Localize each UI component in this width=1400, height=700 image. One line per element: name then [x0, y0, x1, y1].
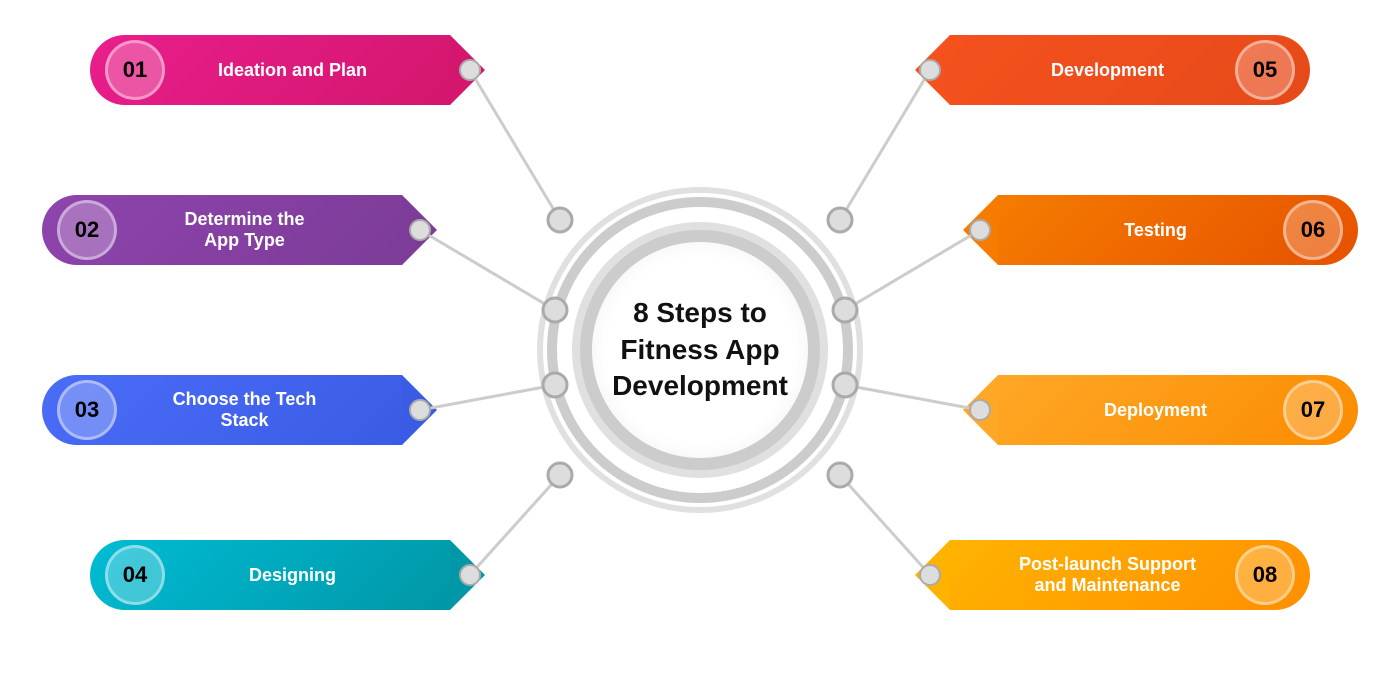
- step-06-label: Testing: [1028, 220, 1283, 241]
- step-05-body: Development 05: [950, 35, 1310, 105]
- step-08-number: 08: [1235, 545, 1295, 605]
- step-02-body: 02 Determine theApp Type: [42, 195, 402, 265]
- step-07-body: Deployment 07: [998, 375, 1358, 445]
- step-02: 02 Determine theApp Type: [42, 195, 402, 265]
- step-01-label: Ideation and Plan: [165, 60, 420, 81]
- step-08: Post-launch Supportand Maintenance 08: [950, 540, 1310, 610]
- step-03-number: 03: [57, 380, 117, 440]
- step-03: 03 Choose the TechStack: [42, 375, 402, 445]
- step-06-body: Testing 06: [998, 195, 1358, 265]
- step-04-label: Designing: [165, 565, 420, 586]
- step-02-number: 02: [57, 200, 117, 260]
- step-07-label: Deployment: [1028, 400, 1283, 421]
- step-06: Testing 06: [998, 195, 1358, 265]
- step-04: 04 Designing: [90, 540, 450, 610]
- diagram-container: 8 Steps to Fitness App Development 01 Id…: [0, 0, 1400, 700]
- step-01-number: 01: [105, 40, 165, 100]
- step-01-body: 01 Ideation and Plan: [90, 35, 450, 105]
- step-03-label: Choose the TechStack: [117, 389, 372, 431]
- step-02-label: Determine theApp Type: [117, 209, 372, 251]
- step-08-label: Post-launch Supportand Maintenance: [980, 554, 1235, 596]
- step-07-number: 07: [1283, 380, 1343, 440]
- step-04-number: 04: [105, 545, 165, 605]
- step-07: Deployment 07: [998, 375, 1358, 445]
- center-circle: 8 Steps to Fitness App Development: [580, 230, 820, 470]
- step-06-number: 06: [1283, 200, 1343, 260]
- step-05: Development 05: [950, 35, 1310, 105]
- step-03-body: 03 Choose the TechStack: [42, 375, 402, 445]
- step-05-number: 05: [1235, 40, 1295, 100]
- step-01: 01 Ideation and Plan: [90, 35, 450, 105]
- step-08-body: Post-launch Supportand Maintenance 08: [950, 540, 1310, 610]
- step-04-body: 04 Designing: [90, 540, 450, 610]
- center-title: 8 Steps to Fitness App Development: [612, 295, 788, 404]
- step-05-label: Development: [980, 60, 1235, 81]
